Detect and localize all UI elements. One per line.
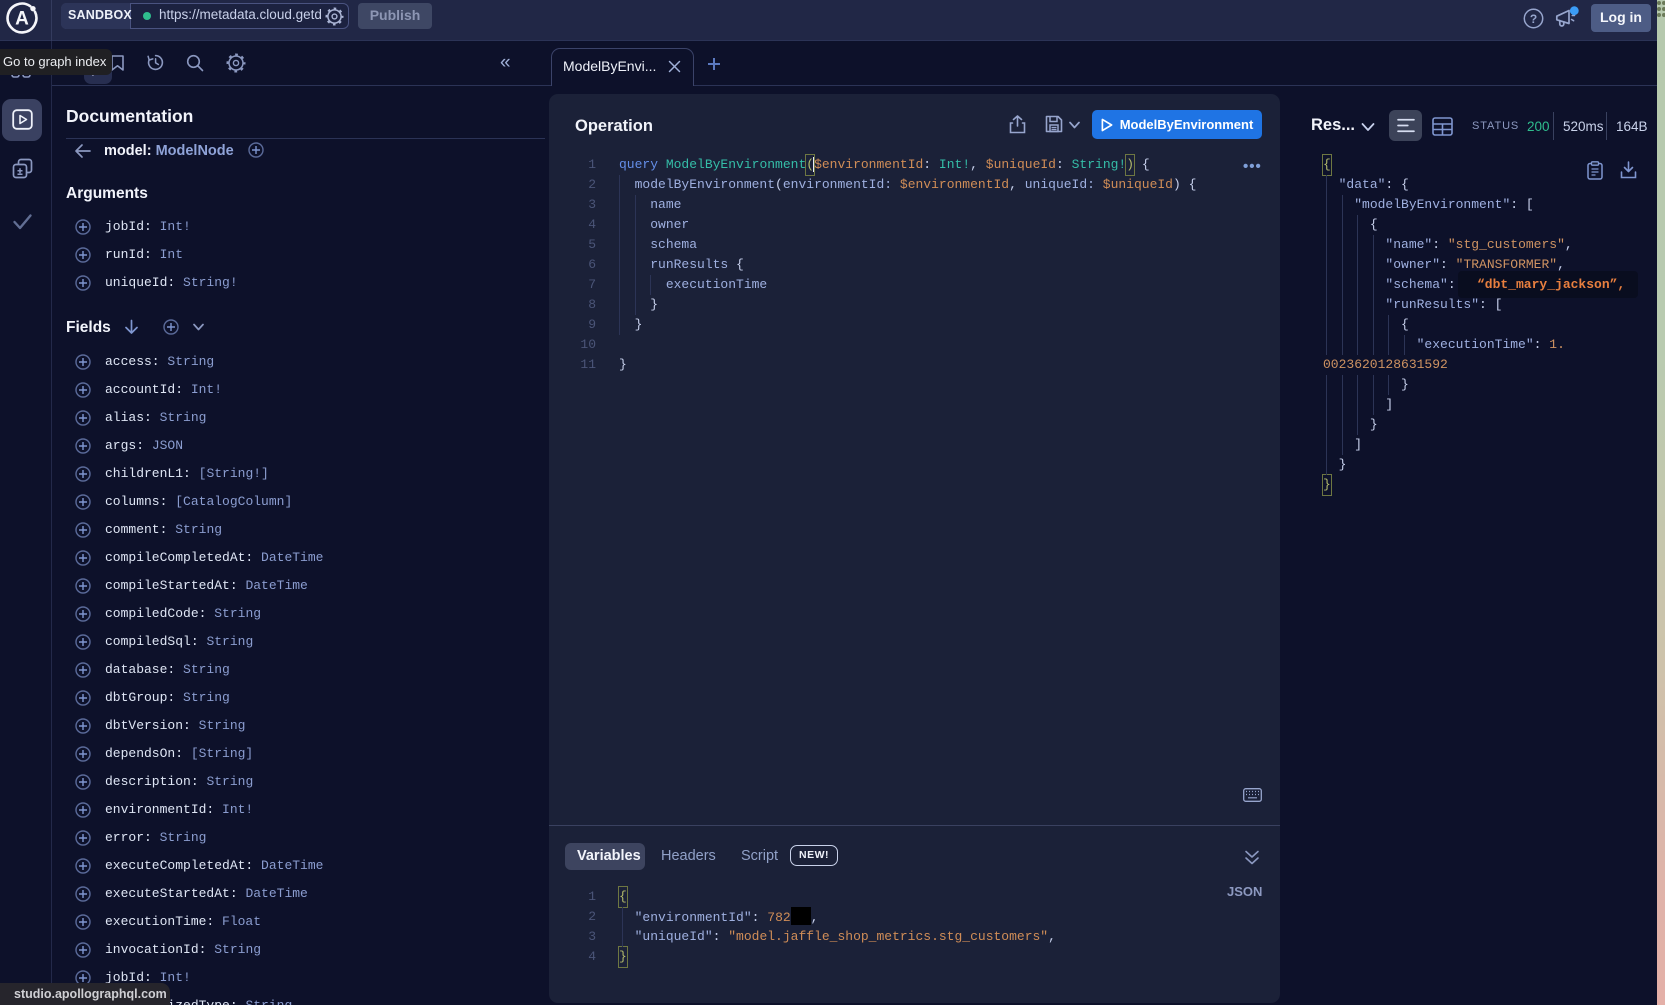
svg-text:?: ? bbox=[1530, 12, 1537, 26]
svg-text:A: A bbox=[15, 9, 29, 30]
